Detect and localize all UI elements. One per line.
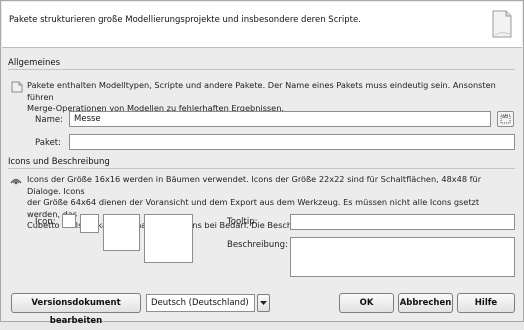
general-description: Pakete enthalten Modelltypen, Scripte un… (27, 80, 513, 115)
ok-button[interactable]: OK (339, 293, 394, 313)
package-icon (11, 81, 23, 93)
svg-text:ab: ab (502, 114, 508, 120)
cancel-button[interactable]: Abbrechen (398, 293, 453, 313)
package-label: Paket: (35, 138, 61, 148)
name-input[interactable] (69, 111, 491, 127)
eye-icon (10, 178, 22, 185)
description-textarea[interactable] (290, 237, 515, 277)
tooltip-input[interactable] (290, 214, 515, 230)
dialog-header: Pakete strukturieren große Modellierungs… (2, 2, 522, 48)
name-label: Name: (35, 115, 63, 125)
icon-48-slot[interactable] (103, 214, 140, 251)
package-input[interactable] (69, 134, 515, 150)
icons-description-line: Icons der Größe 16x16 werden in Bäumen v… (27, 174, 482, 196)
language-dropdown-button[interactable] (257, 294, 270, 312)
header-description: Pakete strukturieren große Modellierungs… (9, 15, 361, 25)
icon-22-slot[interactable] (80, 214, 99, 233)
edit-version-document-button[interactable]: Versionsdokument bearbeiten (11, 293, 141, 326)
general-description-line: Pakete enthalten Modelltypen, Scripte un… (27, 80, 496, 102)
chevron-down-icon (260, 301, 267, 305)
general-section-divider (8, 69, 515, 70)
icons-section-title: Icons und Beschreibung (8, 157, 110, 167)
icons-section-divider (8, 168, 515, 169)
icon-label: Icon: (35, 217, 56, 227)
description-label: Beschreibung: (227, 240, 288, 250)
tooltip-label: Tooltip: (227, 217, 258, 227)
document-icon (492, 10, 512, 38)
language-select[interactable]: Deutsch (Deutschland) (146, 294, 255, 312)
icon-16-slot[interactable] (62, 214, 76, 228)
icon-64-slot[interactable] (144, 214, 193, 263)
help-button[interactable]: Hilfe (457, 293, 515, 313)
general-section-title: Allgemeines (8, 58, 61, 68)
name-edit-button[interactable]: ab (497, 111, 514, 127)
edit-dots-icon: ab (500, 114, 511, 124)
dialog-window: Pakete strukturieren große Modellierungs… (0, 0, 524, 326)
